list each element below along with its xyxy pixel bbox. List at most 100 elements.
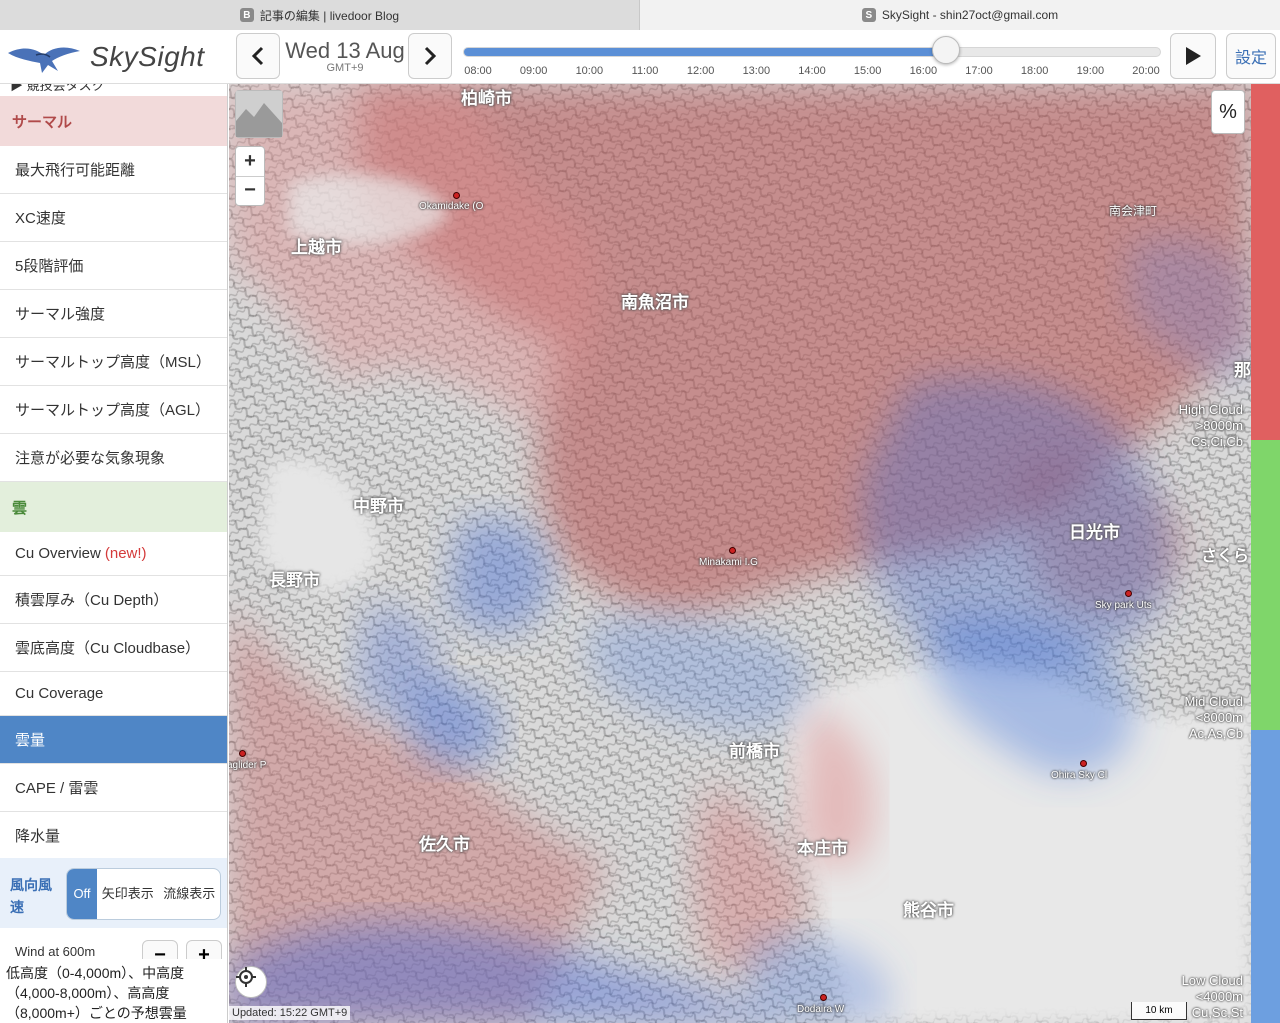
site-label: Minakami I.G (699, 557, 758, 568)
sidebar-item-cu-coverage[interactable]: Cu Coverage (0, 672, 227, 716)
competition-task-item[interactable]: ▶ 競技会タスク (0, 84, 227, 96)
map-view[interactable]: + − % 柏崎市 上越市 南魚沼市 南会津町 中野市 長野市 日光市 さくら … (229, 84, 1251, 1023)
wind-off-button[interactable]: Off (67, 869, 97, 919)
legend-high-cloud: High Cloud >8000m Cs,Ci,Cb (1178, 402, 1243, 449)
new-badge: (new!) (104, 545, 147, 562)
settings-button[interactable]: 設定 (1226, 33, 1276, 79)
site-pin[interactable] (239, 750, 246, 757)
terrain-cloud-overlay (229, 84, 1251, 1023)
app-name: SkySight (90, 41, 205, 72)
time-tick-label: 08:00 (464, 65, 492, 77)
slider-track[interactable] (463, 47, 1161, 57)
site-label: aglider P (229, 760, 267, 771)
date-label: Wed 13 Aug (285, 38, 405, 63)
sidebar-item-thermal-top-agl[interactable]: サーマルトップ高度（AGL） (0, 386, 227, 434)
city-label: 佐久市 (419, 835, 470, 854)
site-label: Okamidake (O (419, 201, 484, 212)
tab-label: 記事の編集 | livedoor Blog (259, 8, 400, 23)
chevron-right-icon (424, 46, 437, 66)
percent-toggle-button[interactable]: % (1211, 90, 1245, 134)
time-tick-label: 15:00 (853, 65, 882, 77)
site-pin[interactable] (453, 192, 460, 199)
prev-day-button[interactable] (236, 33, 280, 79)
high-cloud-color (1251, 84, 1280, 440)
sidebar-item-label: Cu Overview (15, 545, 101, 562)
date-display: Wed 13 Aug GMT+9 (284, 38, 406, 74)
time-tick-label: 14:00 (798, 65, 826, 77)
city-label: 中野市 (353, 497, 404, 516)
site-pin[interactable] (1125, 590, 1132, 597)
tab-label: SkySight - shin27oct@gmail.com (881, 8, 1059, 22)
sidebar-item-rating[interactable]: 5段階評価 (0, 242, 227, 290)
play-icon (1186, 47, 1201, 65)
updated-timestamp: Updated: 15:22 GMT+9 (229, 1006, 351, 1020)
wind-level-row: Wind at 600m − + (0, 932, 227, 970)
browser-tabbar: B 記事の編集 | livedoor Blog S SkySight - shi… (0, 0, 1280, 30)
site-label: Ohira Sky Cl (1051, 770, 1108, 781)
time-tick-label: 12:00 (686, 65, 715, 77)
city-label: 日光市 (1069, 523, 1120, 542)
section-thermal[interactable]: サーマル (0, 96, 227, 146)
app-header: SkySight Wed 13 Aug GMT+9 08:00 09:00 10:0… (0, 30, 1280, 84)
wind-controls: 風向風速 Off 矢印表示 流線表示 (0, 858, 227, 928)
time-slider[interactable]: 08:00 09:00 10:00 11:00 12:00 13:00 14:00 15:00… (463, 36, 1161, 80)
city-label: 南魚沼市 (621, 293, 689, 312)
sidebar-item-cloud-amount[interactable]: 雲量 (0, 716, 227, 764)
skysight-logo[interactable]: SkySight (6, 36, 226, 78)
sidebar-item-thermal-strength[interactable]: サーマル強度 (0, 290, 227, 338)
browser-tab-livedoor[interactable]: B 記事の編集 | livedoor Blog (0, 0, 640, 30)
mid-cloud-color (1251, 440, 1280, 730)
eagle-logo-icon (8, 47, 80, 73)
section-cloud[interactable]: 雲 (0, 482, 227, 532)
site-label: Sky park Uts (1095, 600, 1152, 611)
next-day-button[interactable] (408, 33, 452, 79)
wind-mode-toggle[interactable]: Off 矢印表示 流線表示 (66, 868, 221, 920)
wind-label: 風向風速 (10, 877, 52, 915)
sidebar-item-weather-hazards[interactable]: 注意が必要な気象現象 (0, 434, 227, 482)
site-pin[interactable] (820, 994, 827, 1001)
time-tick-label: 20:00 (1132, 65, 1160, 77)
zoom-out-button[interactable]: − (236, 177, 264, 206)
site-label: Dodaira W (797, 1004, 845, 1015)
basemap-toggle-button[interactable] (235, 90, 283, 138)
city-label: 南会津町 (1109, 204, 1158, 218)
browser-tab-skysight[interactable]: S SkySight - shin27oct@gmail.com (640, 0, 1280, 30)
time-tick-label: 13:00 (742, 65, 771, 77)
zoom-in-button[interactable]: + (236, 147, 264, 177)
city-label: 柏崎市 (461, 89, 512, 108)
city-label: 熊谷市 (903, 901, 954, 920)
cloud-legend-colorbar (1251, 84, 1280, 1023)
wind-streamlines-button[interactable]: 流線表示 (159, 869, 221, 919)
wind-level-label: Wind at 600m (15, 944, 96, 959)
city-label: 上越市 (291, 238, 342, 257)
time-tick-label: 11:00 (631, 65, 659, 77)
wind-arrows-button[interactable]: 矢印表示 (97, 869, 159, 919)
sidebar-item-cu-cloudbase[interactable]: 雲底高度（Cu Cloudbase） (0, 624, 227, 672)
city-label: さくら (1201, 548, 1250, 565)
sidebar-item-thermal-top-msl[interactable]: サーマルトップ高度（MSL） (0, 338, 227, 386)
sidebar-item-cape[interactable]: CAPE / 雷雲 (0, 764, 227, 812)
skysight-favicon-icon: S (861, 8, 876, 22)
city-label: 那 (1234, 361, 1251, 380)
city-label: 本庄市 (797, 839, 848, 858)
slider-fill (464, 48, 947, 56)
site-pin[interactable] (1080, 760, 1087, 767)
sidebar-item-precipitation[interactable]: 降水量 (0, 812, 227, 860)
livedoor-favicon-icon: B (239, 8, 254, 22)
site-pin[interactable] (729, 547, 736, 554)
sidebar-item-max-distance[interactable]: 最大飛行可能距離 (0, 146, 227, 194)
layer-description: 低高度（0-4,000m）、中高度（4,000-8,000m）、高高度（8,00… (0, 959, 227, 1023)
sidebar-item-cu-overview[interactable]: Cu Overview (new!) (0, 532, 227, 576)
time-ticks: 08:00 09:00 10:00 11:00 12:00 13:00 14:00 15:00… (463, 65, 1161, 79)
crosshair-icon (236, 967, 256, 987)
play-button[interactable] (1170, 33, 1216, 79)
low-cloud-color (1251, 730, 1280, 1023)
city-label: 長野市 (269, 571, 320, 590)
legend-mid-cloud: Mid Cloud <8000m Ac,As,Cb (1184, 694, 1243, 741)
sidebar-item-cu-depth[interactable]: 積雲厚み（Cu Depth） (0, 576, 227, 624)
time-tick-label: 19:00 (1076, 65, 1105, 77)
sidebar-item-xc-speed[interactable]: XC速度 (0, 194, 227, 242)
time-tick-label: 10:00 (575, 65, 604, 77)
slider-thumb[interactable] (931, 36, 960, 64)
locate-button[interactable] (235, 966, 267, 998)
